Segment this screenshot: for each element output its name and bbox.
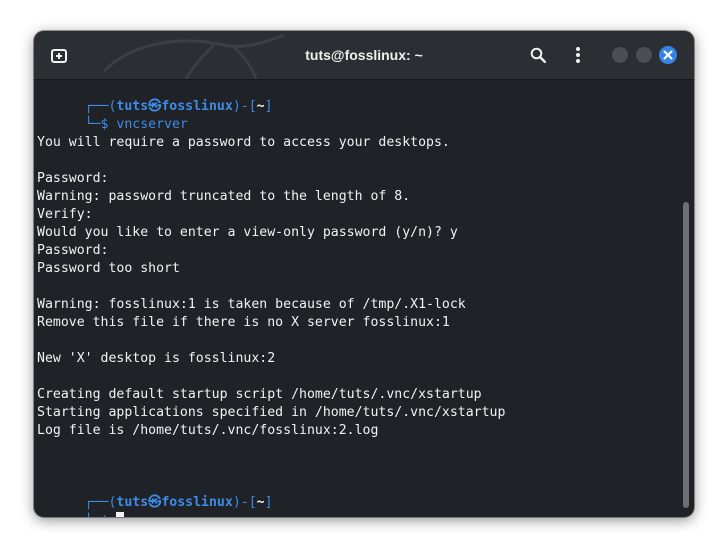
output-line: Log file is /home/tuts/.vnc/fosslinux:2.…	[37, 423, 379, 438]
output-line: Starting applications specified in /home…	[37, 405, 506, 420]
terminal-output[interactable]: ┌──(tuts㉿fosslinux)-[~] └─$ vncserver Yo…	[34, 80, 694, 517]
prompt-close: ]	[264, 99, 273, 114]
close-icon	[663, 50, 673, 60]
prompt-close: ]	[264, 495, 273, 510]
prompt-dir: ~	[256, 495, 265, 510]
title-bar[interactable]: tuts@fosslinux: ~	[34, 31, 694, 80]
output-line: Creating default startup script /home/tu…	[37, 387, 482, 402]
prompt-host: fosslinux	[161, 495, 233, 510]
output-line: Remove this file if there is no X server…	[37, 315, 450, 330]
prompt-line-2: ┌──(tuts㉿fosslinux)-[~]	[37, 476, 273, 510]
command-line-2[interactable]: └─$	[37, 494, 125, 517]
prompt-line-1: ┌──(tuts㉿fosslinux)-[~]	[37, 80, 273, 114]
prompt-arrow: └─$	[84, 117, 117, 132]
output-line: New 'X' desktop is fosslinux:2	[37, 351, 276, 366]
output-line: Password:	[37, 243, 109, 258]
window-title: tuts@fosslinux: ~	[305, 47, 423, 63]
maximize-button[interactable]	[636, 47, 652, 63]
output-line: You will require a password to access yo…	[37, 135, 450, 150]
terminal-window: tuts@fosslinux: ~ ┌──(tuts㉿fosslinux)-[~…	[34, 31, 694, 517]
output-line: Password:	[37, 171, 109, 186]
search-icon[interactable]	[530, 47, 547, 64]
output-line: Would you like to enter a view-only pass…	[37, 225, 458, 240]
output-line: Verify:	[37, 207, 93, 222]
text-cursor	[116, 512, 125, 517]
kebab-menu-icon[interactable]	[574, 46, 582, 64]
command-line-1: └─$ vncserver	[37, 98, 188, 132]
scrollbar-thumb[interactable]	[683, 202, 689, 508]
close-button[interactable]	[659, 46, 677, 64]
output-line: Warning: fosslinux:1 is taken because of…	[37, 297, 466, 312]
prompt-mid: )-[	[232, 99, 257, 114]
output-line: Warning: password truncated to the lengt…	[37, 189, 411, 204]
scrollbar[interactable]	[680, 80, 694, 517]
prompt-mid: )-[	[232, 495, 257, 510]
minimize-button[interactable]	[612, 47, 628, 63]
command-text: vncserver	[116, 117, 188, 132]
prompt-arrow: └─$	[85, 514, 117, 517]
output-line: Password too short	[37, 261, 180, 276]
prompt-dir: ~	[256, 99, 265, 114]
prompt-at: ㉿	[148, 495, 162, 510]
